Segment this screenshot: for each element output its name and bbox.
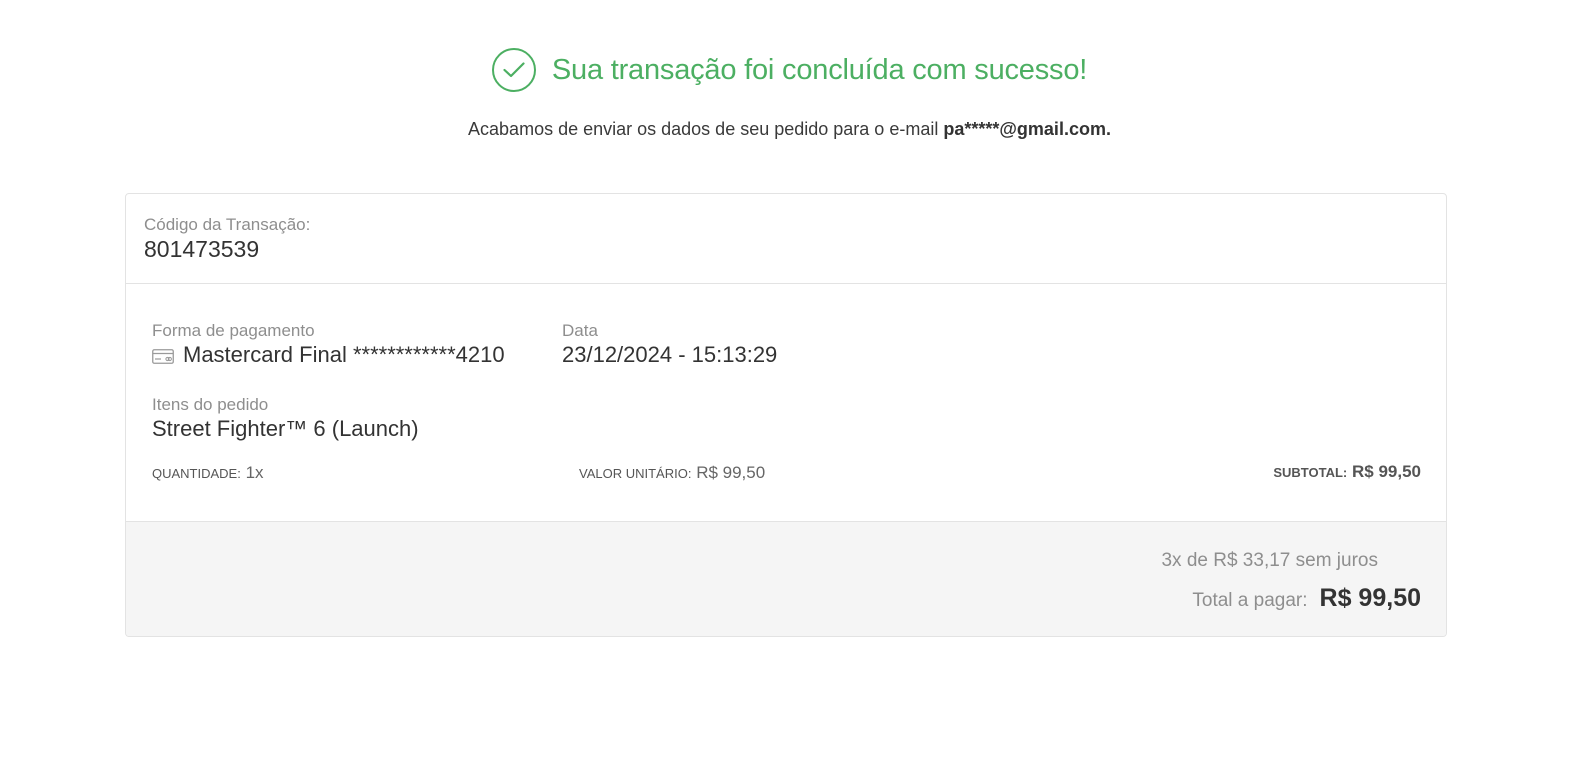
installments-text: 3x de R$ 33,17 sem juros [1161,550,1378,571]
total-label: Total a pagar: [1192,590,1308,611]
page-title: Sua transação foi concluída com sucesso! [551,53,1088,86]
order-summary-footer: 3x de R$ 33,17 sem juros Total a pagar: … [126,521,1446,636]
unit-price-label: Valor unitário: [579,466,692,481]
subtotal-label: Subtotal: [1273,465,1348,480]
total-value: R$ 99,50 [1319,584,1421,612]
subtotal-value: R$ 99,50 [1352,462,1421,481]
check-circle-icon [491,48,536,92]
payment-method: Mastercard Final ************4210 [152,342,505,368]
date-label: Data [562,321,598,340]
email-message: Acabamos de enviar os dados de seu pedid… [468,119,939,139]
order-item-name: Street Fighter™ 6 (Launch) [152,416,419,441]
success-header: Sua transação foi concluída com sucesso! [0,48,1579,92]
transaction-code-value: 801473539 [144,236,260,262]
unit-price-value: R$ 99,50 [696,463,766,482]
total-row: Total a pagar: R$ 99,50 [1192,584,1421,613]
unit-price: Valor unitário: R$ 99,50 [579,463,765,483]
quantity-value: 1x [245,463,264,482]
payment-method-value: Mastercard Final ************4210 [183,342,505,367]
subtotal: Subtotal: R$ 99,50 [1273,462,1421,482]
credit-card-icon [152,349,174,364]
transaction-code-section: Código da Transação: 801473539 [126,194,1446,284]
quantity-label: Quantidade: [152,466,241,481]
email-address: pa*****@gmail.com. [943,119,1111,139]
order-details-card: Código da Transação: 801473539 Forma de … [125,193,1447,637]
payment-method-label: Forma de pagamento [152,321,315,340]
email-confirmation-text: Acabamos de enviar os dados de seu pedid… [0,119,1579,140]
transaction-code-label: Código da Transação: [144,215,311,234]
order-items-label: Itens do pedido [152,395,269,414]
date-value: 23/12/2024 - 15:13:29 [562,342,778,367]
quantity: Quantidade: 1x [152,463,264,483]
